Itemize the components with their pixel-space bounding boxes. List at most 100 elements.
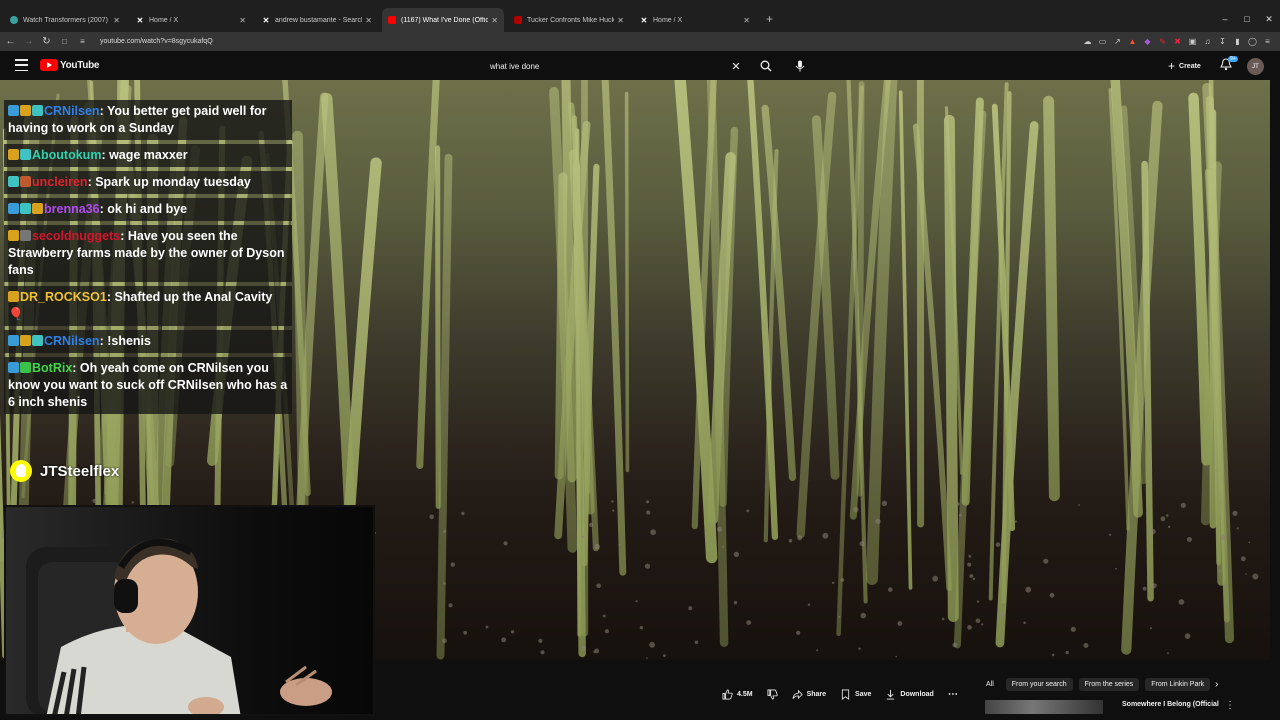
grass-blade — [554, 172, 568, 480]
youtube-logo[interactable]: YouTube — [40, 59, 100, 71]
dislike-button[interactable] — [767, 689, 778, 700]
soil-speck — [975, 618, 981, 624]
extension-puzzle-icon[interactable]: ▣ — [1188, 37, 1197, 46]
chat-badge-icon — [8, 105, 19, 116]
soil-speck — [593, 650, 597, 654]
soil-speck — [450, 562, 455, 567]
create-button[interactable]: + Create — [1168, 59, 1201, 73]
filter-chip[interactable]: From your search — [1005, 677, 1073, 691]
sidebar-icon[interactable]: ▮ — [1233, 37, 1242, 46]
account-avatar[interactable]: JT — [1247, 58, 1264, 75]
soil-speck — [646, 657, 648, 659]
like-button[interactable]: 4.5M — [722, 689, 753, 700]
soil-speck — [688, 606, 693, 611]
related-filter-chips: All From your search From the series From L… — [980, 676, 1211, 692]
forward-icon[interactable]: → — [21, 36, 36, 47]
back-icon[interactable]: ← — [3, 36, 18, 47]
share-button[interactable]: Share — [792, 689, 826, 700]
chat-message: CRNilsen: !shenis — [4, 330, 292, 353]
url-field[interactable]: youtube.com/watch?v=8sgycukafqQ — [100, 38, 1083, 45]
close-tab-icon[interactable]: ✕ — [113, 16, 120, 25]
youtube-icon — [514, 16, 522, 24]
soil-speck — [746, 509, 750, 513]
site-info-icon[interactable]: ≡ — [75, 37, 90, 46]
chat-badge-icon — [32, 203, 43, 214]
soil-speck — [1165, 514, 1169, 517]
bookmark-icon[interactable]: □ — [57, 37, 72, 46]
close-tab-icon[interactable]: ✕ — [617, 16, 624, 25]
close-tab-icon[interactable]: ✕ — [239, 16, 246, 25]
close-tab-icon[interactable]: ✕ — [743, 16, 750, 25]
streamer-name: JTSteelflex — [40, 462, 120, 480]
filter-chip[interactable]: From Linkin Park — [1145, 677, 1211, 691]
browser-tab[interactable]: Tucker Confronts Mike Huckabee on✕ — [508, 8, 630, 32]
filter-chip[interactable]: All — [980, 677, 1000, 691]
extension-pen-icon[interactable]: ✎ — [1158, 37, 1167, 46]
cloud-icon[interactable]: ☁ — [1083, 37, 1092, 46]
browser-tab[interactable]: ✕ Home / X ✕ — [634, 8, 756, 32]
extension-diamond-icon[interactable]: ◆ — [1143, 37, 1152, 46]
soil-speck — [1108, 533, 1112, 536]
browser-tab[interactable]: Watch Transformers (2007) Online Fr✕ — [4, 8, 126, 32]
search-button[interactable] — [757, 58, 775, 74]
soil-speck — [1236, 527, 1239, 530]
download-button[interactable]: Download — [885, 689, 934, 700]
chat-username: uncleiren — [32, 175, 88, 189]
soil-speck — [1078, 504, 1080, 506]
chat-badge-icon — [8, 176, 19, 187]
soil-speck — [1149, 528, 1156, 535]
soil-speck — [1167, 652, 1169, 655]
soil-speck — [858, 647, 861, 650]
soil-speck — [816, 649, 819, 652]
more-vertical-icon[interactable]: ⋮ — [1225, 700, 1235, 711]
address-bar: ← → ↻ □ ≡ youtube.com/watch?v=8sgycukafq… — [0, 32, 1280, 51]
save-button[interactable]: Save — [840, 689, 871, 700]
close-tab-icon[interactable]: ✕ — [365, 16, 372, 25]
profile-icon[interactable]: ◯ — [1248, 37, 1257, 46]
grass-blade — [1188, 92, 1212, 466]
maximize-icon[interactable]: □ — [1236, 14, 1258, 25]
filter-chip[interactable]: From the series — [1078, 677, 1140, 691]
chat-badge-icon — [8, 149, 19, 160]
clear-search-icon[interactable]: ✕ — [729, 60, 743, 73]
up-next-thumbnail[interactable] — [985, 700, 1103, 714]
soil-speck — [1083, 643, 1089, 648]
media-icon[interactable]: ♫ — [1203, 37, 1212, 46]
x-extension-icon[interactable]: ✖ — [1173, 37, 1182, 46]
up-next-title[interactable]: Somewhere I Belong (Official — [1122, 701, 1219, 708]
streamer-tag: JTSteelflex — [10, 460, 119, 482]
minimize-icon[interactable]: – — [1214, 14, 1236, 25]
brave-shield-icon[interactable]: ▲ — [1128, 37, 1137, 46]
microphone-icon — [795, 60, 805, 72]
chevron-right-icon[interactable]: › — [1215, 679, 1218, 690]
soil-speck — [832, 581, 835, 584]
browser-tab[interactable]: (1167) What I've Done (Official M✕ — [382, 8, 504, 32]
browser-tab[interactable]: ✕ Home / X ✕ — [130, 8, 252, 32]
cast-icon[interactable]: ▭ — [1098, 37, 1107, 46]
search-input[interactable] — [484, 61, 729, 71]
soil-speck — [463, 630, 468, 635]
youtube-header: YouTube ✕ + Create 9+ JT — [0, 51, 1280, 80]
soil-speck — [1168, 525, 1171, 528]
close-window-icon[interactable]: ✕ — [1258, 14, 1280, 25]
soil-speck — [838, 615, 841, 618]
more-actions-button[interactable]: ⋯ — [948, 689, 958, 700]
voice-search-button[interactable] — [792, 58, 808, 74]
soil-speck — [602, 614, 606, 618]
hamburger-menu-icon[interactable] — [15, 59, 28, 71]
chat-badge-icon — [8, 362, 19, 373]
grass-blade — [416, 80, 440, 470]
soil-speck — [1043, 558, 1049, 564]
close-tab-icon[interactable]: ✕ — [491, 16, 498, 25]
chat-text: : ok hi and bye — [99, 202, 188, 216]
new-tab-button[interactable]: + — [766, 8, 773, 32]
soil-speck — [1220, 534, 1227, 541]
notifications-button[interactable]: 9+ — [1220, 56, 1238, 72]
soil-speck — [733, 601, 738, 605]
share-page-icon[interactable]: ↗ — [1113, 37, 1122, 46]
browser-tab[interactable]: ✕andrew bustamante - Search / X✕ — [256, 8, 378, 32]
menu-icon[interactable]: ≡ — [1263, 37, 1272, 46]
reload-icon[interactable]: ↻ — [39, 36, 54, 47]
youtube-icon — [388, 16, 396, 24]
download-icon[interactable]: ↧ — [1218, 37, 1227, 46]
